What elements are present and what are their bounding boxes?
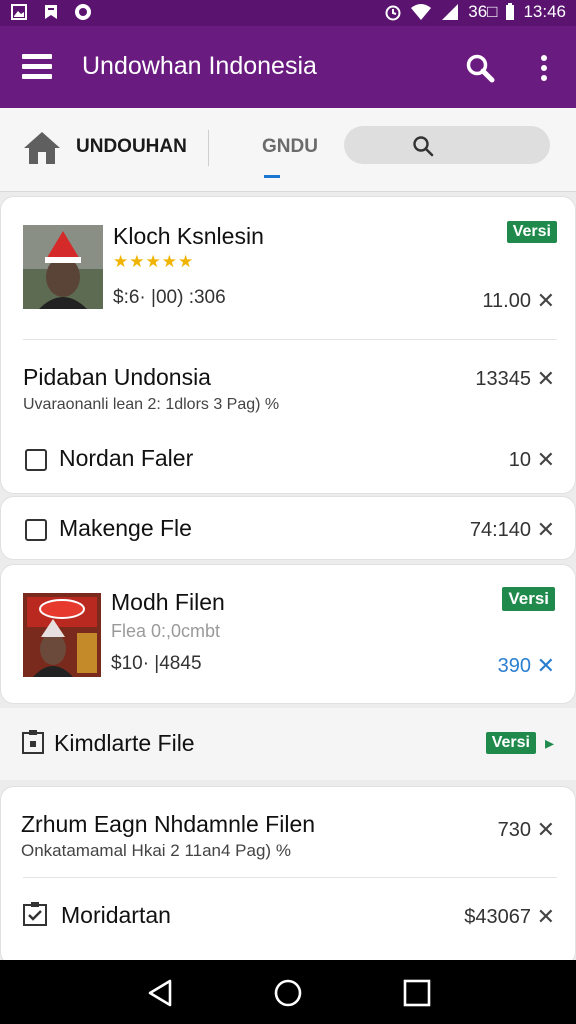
search-bar-icon [413, 136, 434, 157]
file-icon [22, 730, 44, 759]
checkbox-icon[interactable] [25, 449, 47, 471]
item-subtitle-2: Uvaraonanli lean 2: 1dlors 3 Pag) % [23, 396, 280, 413]
notification-icon [42, 3, 60, 21]
battery-icon [506, 3, 515, 20]
tab-indicator [264, 175, 280, 178]
signal-text: 36□ [468, 2, 498, 21]
item-amount-7: 730 [497, 819, 531, 841]
item-amount-8: $43067 [464, 906, 531, 928]
item-amount-1: 11.00 [482, 290, 531, 312]
alarm-icon [385, 5, 401, 21]
item-title-3: Nordan Faler [59, 445, 194, 471]
navigation-bar [0, 960, 576, 1024]
rating-stars: ★★★★★ [113, 252, 195, 271]
thumbnail-image-1 [23, 225, 103, 309]
status-time: 13:46 [523, 2, 566, 21]
search-bar[interactable] [344, 126, 550, 164]
app-title: Undowhan Indonesia [82, 52, 317, 80]
wifi-icon [411, 4, 432, 20]
signal-icon [442, 4, 459, 20]
item-price-5: $10· |4845 [111, 653, 202, 674]
close-icon[interactable]: ✕ [537, 288, 555, 314]
list-item-5[interactable]: Modh Filen Flea 0:,0cmbt $10· |4845 Vers… [1, 565, 576, 705]
app-bar: Undowhan Indonesia [0, 26, 576, 108]
item-price-1: $:6· |00) :306 [113, 287, 226, 308]
download-card-3: Modh Filen Flea 0:,0cmbt $10· |4845 Vers… [0, 564, 576, 704]
tab-unduhan[interactable]: UNDOUHAN [76, 136, 187, 158]
item-subtitle-7: Onkatamamal Hkai 2 11an4 Pag) % [21, 841, 291, 860]
item-title-7: Zrhum Eagn Nhdamnle Filen [21, 811, 316, 837]
back-icon[interactable] [146, 978, 176, 1008]
recents-icon[interactable] [402, 978, 432, 1008]
close-icon[interactable]: ✕ [537, 653, 555, 679]
close-icon[interactable]: ✕ [537, 904, 555, 930]
tab-row: UNDOUHAN GNDU [0, 108, 576, 192]
close-icon[interactable]: ✕ [537, 366, 555, 392]
status-bar: 36□ 13:46 [0, 0, 576, 26]
item-amount-3: 10 [508, 449, 531, 471]
thumbnail-image-2 [23, 593, 101, 677]
download-card-2: Makenge Fle 74:140 ✕ [0, 496, 576, 560]
download-card-4: Zrhum Eagn Nhdamnle Filen Onkatamamal Hk… [0, 786, 576, 966]
list-item-2[interactable]: Pidaban Undonsia Uvaraonanli lean 2: 1dl… [1, 340, 576, 420]
item-title-4: Makenge Fle [59, 515, 192, 541]
item-subtitle-5: Flea 0:,0cmbt [111, 621, 221, 641]
chevron-right-icon[interactable]: ▸ [545, 733, 554, 754]
item-title-2: Pidaban Undonsia [23, 364, 211, 390]
close-icon[interactable]: ✕ [537, 817, 555, 843]
list-item-1[interactable]: Kloch Ksnlesin ★★★★★ $:6· |00) :306 Vers… [1, 197, 576, 339]
version-badge-5: Versi [502, 587, 555, 611]
list-item-3[interactable]: Nordan Faler 10 ✕ [1, 427, 576, 493]
version-badge-6: Versi [485, 732, 536, 754]
list-item-8[interactable]: Moridartan $43067 ✕ [1, 878, 576, 952]
item-amount-5: 390 [497, 655, 531, 677]
search-icon[interactable] [464, 52, 496, 84]
close-icon[interactable]: ✕ [537, 517, 555, 543]
image-icon [10, 3, 28, 21]
chat-icon [74, 3, 92, 21]
list-item-4[interactable]: Makenge Fle 74:140 ✕ [1, 497, 576, 561]
list-item-7[interactable]: Zrhum Eagn Nhdamnle Filen Onkatamamal Hk… [1, 787, 576, 877]
version-badge-1: Versi [506, 221, 557, 243]
item-title-8: Moridartan [61, 902, 171, 928]
item-amount-2: 13345 [475, 368, 531, 390]
menu-icon[interactable] [22, 54, 52, 80]
tab-divider [208, 130, 209, 166]
more-vert-icon[interactable] [534, 52, 554, 84]
item-amount-4: 74:140 [469, 519, 531, 541]
item-title-5: Modh Filen [111, 589, 225, 615]
download-card-1: Kloch Ksnlesin ★★★★★ $:6· |00) :306 Vers… [0, 196, 576, 494]
checkbox-icon[interactable] [25, 519, 47, 541]
home-circle-icon[interactable] [273, 978, 303, 1008]
task-icon [23, 902, 47, 931]
home-icon[interactable] [22, 128, 62, 168]
item-title-1: Kloch Ksnlesin [113, 223, 264, 249]
list-item-6[interactable]: Kimdlarte File Versi ▸ [0, 708, 576, 780]
tab-gndu[interactable]: GNDU [262, 136, 318, 158]
item-title-6: Kimdlarte File [54, 730, 195, 756]
close-icon[interactable]: ✕ [537, 447, 555, 473]
